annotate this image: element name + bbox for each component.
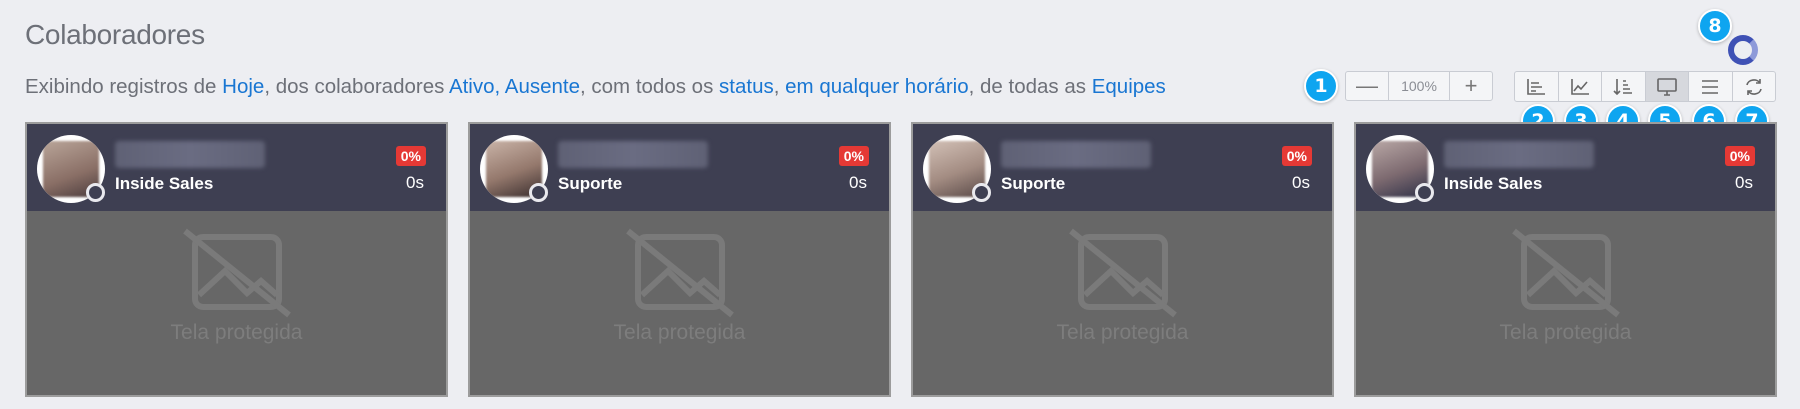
- loading-spinner-icon: [1728, 35, 1758, 65]
- screen-preview: Tela protegida: [913, 211, 1332, 395]
- employee-card[interactable]: Inside Sales 0% 0s Tela protegida: [25, 122, 448, 397]
- screen-preview: Tela protegida: [1356, 211, 1775, 395]
- active-duration: 0s: [406, 173, 424, 192]
- zoom-level: 100%: [1388, 72, 1450, 100]
- protected-screen-label: Tela protegida: [1056, 321, 1189, 344]
- view-toolbar: [1514, 71, 1776, 102]
- employee-team: Suporte: [1001, 174, 1066, 193]
- employee-name-redacted: [558, 141, 708, 168]
- card-header: Suporte 0% 0s: [913, 124, 1332, 211]
- filter-text: ,: [773, 75, 786, 98]
- sort-icon: [1613, 78, 1633, 95]
- status-dot-icon: [1415, 183, 1434, 202]
- card-header: Inside Sales 0% 0s: [27, 124, 446, 211]
- bar-chart-icon: [1527, 78, 1546, 95]
- image-off-icon: [1068, 228, 1177, 318]
- filter-teams-link[interactable]: Equipes: [1092, 75, 1166, 98]
- list-view-button[interactable]: [1689, 72, 1733, 101]
- employee-card[interactable]: Suporte 0% 0s Tela protegida: [911, 122, 1334, 397]
- employee-card[interactable]: Inside Sales 0% 0s Tela protegida: [1354, 122, 1777, 397]
- sort-button[interactable]: [1602, 72, 1646, 101]
- employee-name-redacted: [115, 141, 265, 168]
- filter-text: , de todas as: [968, 75, 1092, 98]
- employee-cards: Inside Sales 0% 0s Tela protegida Suport…: [25, 122, 1777, 397]
- line-chart-view-button[interactable]: [1559, 72, 1602, 101]
- zoom-out-button[interactable]: —: [1346, 72, 1388, 100]
- filter-text: ,: [494, 75, 505, 98]
- list-icon: [1702, 79, 1719, 94]
- productivity-badge: 0%: [838, 146, 869, 166]
- active-duration: 0s: [1292, 173, 1310, 192]
- filter-status-ativo-link[interactable]: Ativo: [449, 75, 495, 98]
- card-header: Inside Sales 0% 0s: [1356, 124, 1775, 211]
- protected-screen-label: Tela protegida: [613, 321, 746, 344]
- status-dot-icon: [972, 183, 991, 202]
- screen-view-button[interactable]: [1645, 72, 1689, 101]
- zoom-control: — 100% +: [1345, 71, 1493, 101]
- card-header: Suporte 0% 0s: [470, 124, 889, 211]
- screen-preview: Tela protegida: [27, 211, 446, 395]
- zoom-in-button[interactable]: +: [1450, 72, 1492, 100]
- filter-text: Exibindo registros de: [25, 75, 223, 98]
- filter-text: , com todos os: [580, 75, 720, 98]
- refresh-icon: [1745, 78, 1762, 95]
- marker-badge: 8: [1698, 9, 1732, 43]
- employee-team: Inside Sales: [1444, 174, 1543, 193]
- productivity-badge: 0%: [395, 146, 426, 166]
- status-dot-icon: [529, 183, 548, 202]
- employee-team: Inside Sales: [115, 174, 214, 193]
- image-off-icon: [625, 228, 734, 318]
- screen-preview: Tela protegida: [470, 211, 889, 395]
- page-title: Colaboradores: [25, 19, 205, 50]
- filter-summary: Exibindo registros de Hoje, dos colabora…: [25, 75, 1166, 99]
- marker-badge: 1: [1304, 69, 1338, 103]
- filter-status-link[interactable]: status: [719, 75, 774, 98]
- productivity-badge: 0%: [1724, 146, 1755, 166]
- bar-chart-view-button[interactable]: [1515, 72, 1559, 101]
- status-dot-icon: [86, 183, 105, 202]
- filter-status-ausente-link[interactable]: Ausente: [505, 75, 580, 98]
- image-off-icon: [1511, 228, 1620, 318]
- image-off-icon: [182, 228, 291, 318]
- active-duration: 0s: [849, 173, 867, 192]
- productivity-badge: 0%: [1281, 146, 1312, 166]
- filter-text: , dos colaboradores: [264, 75, 449, 98]
- line-chart-icon: [1570, 78, 1589, 95]
- monitor-icon: [1656, 77, 1677, 96]
- employee-name-redacted: [1001, 141, 1151, 168]
- employee-name-redacted: [1444, 141, 1594, 168]
- protected-screen-label: Tela protegida: [1499, 321, 1632, 344]
- filter-time-link[interactable]: em qualquer horário: [785, 75, 968, 98]
- protected-screen-label: Tela protegida: [170, 321, 303, 344]
- active-duration: 0s: [1735, 173, 1753, 192]
- employee-card[interactable]: Suporte 0% 0s Tela protegida: [468, 122, 891, 397]
- employee-team: Suporte: [558, 174, 623, 193]
- refresh-button[interactable]: [1733, 72, 1776, 101]
- filter-period-link[interactable]: Hoje: [222, 75, 264, 98]
